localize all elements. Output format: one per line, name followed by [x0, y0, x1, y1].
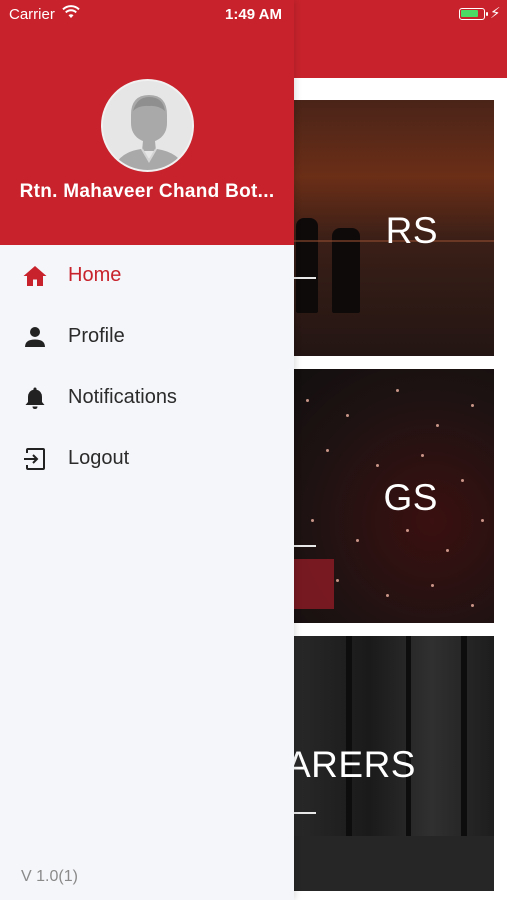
card-image-crowd [294, 559, 334, 609]
status-time: 1:49 AM [225, 6, 282, 23]
menu-item-label: Notifications [68, 386, 177, 408]
card-title: ARERS [286, 744, 416, 785]
logout-icon [23, 447, 47, 471]
user-name[interactable]: Rtn. Mahaveer Chand Bot... [0, 181, 294, 203]
card-title: GS [383, 477, 438, 518]
menu-item-home[interactable]: Home [0, 245, 294, 306]
category-card-1[interactable]: RS [286, 100, 494, 356]
avatar-placeholder-icon [103, 81, 192, 170]
battery-charging-icon [459, 8, 488, 20]
status-bar: Carrier 1:49 AM ⚡︎ [0, 0, 507, 28]
card-title: RS [385, 210, 438, 251]
drawer-header: Rtn. Mahaveer Chand Bot... [0, 0, 294, 245]
navigation-drawer: Rtn. Mahaveer Chand Bot... Home Profile … [0, 0, 294, 900]
menu-item-label: Profile [68, 325, 125, 347]
menu-item-notifications[interactable]: Notifications [0, 367, 294, 428]
person-icon [23, 325, 47, 349]
charging-bolt-icon: ⚡︎ [490, 5, 501, 22]
menu-item-profile[interactable]: Profile [0, 306, 294, 367]
menu-item-label: Home [68, 264, 122, 286]
menu-item-label: Logout [68, 447, 130, 469]
drawer-menu: Home Profile Notifications Logout [0, 245, 294, 489]
card-image-floor [286, 836, 494, 891]
menu-item-logout[interactable]: Logout [0, 428, 294, 489]
app-version: V 1.0(1) [21, 868, 78, 885]
home-icon [23, 264, 47, 288]
category-card-3[interactable]: ARERS [286, 636, 494, 891]
avatar[interactable] [101, 79, 194, 172]
category-card-2[interactable]: GS [286, 369, 494, 623]
bell-icon [23, 386, 47, 410]
